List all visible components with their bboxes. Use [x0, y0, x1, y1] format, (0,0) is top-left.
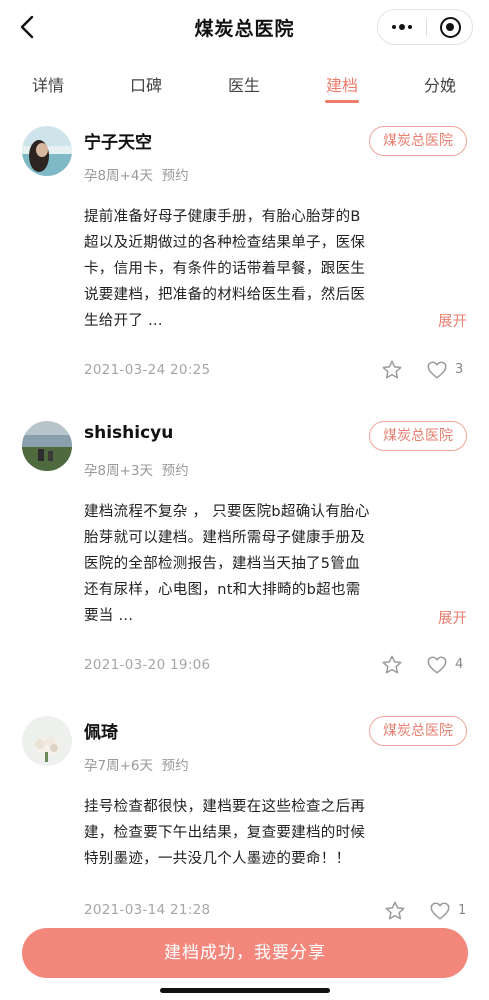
tab-registration[interactable]: 建档 — [326, 72, 358, 96]
content-line: 挂号检查都很快，建档要在这些检查之后再 — [84, 799, 366, 815]
content-line: 特别墨迹，一共没几个人墨迹的要命！！ — [84, 851, 351, 867]
content-line: 还有尿样，心电图，nt和大排畸的b超也需 — [84, 582, 361, 598]
like-count: 1 — [458, 903, 467, 918]
target-close-icon[interactable] — [427, 10, 473, 44]
tab-delivery[interactable]: 分娩 — [424, 72, 456, 96]
visit-type: 预约 — [161, 168, 189, 184]
content-line: 建档流程不复杂 ， 只要医院b超确认有胎心 — [84, 504, 370, 520]
tab-details[interactable]: 详情 — [32, 72, 64, 96]
content-line: 说要建档，把准备的材料给医生看，然后医 — [84, 287, 366, 303]
content-line: 要当 ... — [84, 608, 134, 624]
content-line: 生给开了 ... — [84, 313, 163, 329]
pregnancy-meta: 孕8周+4天 预约 — [84, 164, 189, 184]
star-icon[interactable] — [384, 900, 406, 922]
username[interactable]: 宁子天空 — [84, 128, 152, 153]
active-tab-indicator — [325, 100, 359, 103]
hospital-tag[interactable]: 煤炭总医院 — [369, 716, 467, 746]
more-dots-icon[interactable] — [378, 10, 426, 44]
share-registration-button[interactable]: 建档成功，我要分享 — [22, 928, 468, 978]
visit-type: 预约 — [161, 758, 189, 774]
username[interactable]: 佩琦 — [84, 718, 118, 743]
content-line: 医院的全部检测报告，建档当天抽了5管血 — [84, 556, 360, 572]
pregnancy-week: 孕8周+4天 — [84, 168, 153, 184]
nav-bar: 煤炭总医院 — [0, 0, 489, 56]
like-count: 4 — [455, 657, 464, 672]
post-datetime: 2021-03-14 21:28 — [84, 902, 211, 918]
hospital-tag[interactable]: 煤炭总医院 — [369, 126, 467, 156]
list-item: 佩琦 煤炭总医院 孕7周+6天 预约 挂号检查都很快，建档要在这些检查之后再 建… — [0, 716, 489, 926]
list-item: 宁子天空 煤炭总医院 孕8周+4天 预约 提前准备好母子健康手册，有胎心胎芽的B… — [0, 126, 489, 396]
pregnancy-meta: 孕8周+3天 预约 — [84, 459, 189, 479]
tab-doctors[interactable]: 医生 — [228, 72, 260, 96]
pregnancy-meta: 孕7周+6天 预约 — [84, 754, 189, 774]
heart-icon[interactable] — [426, 359, 448, 381]
content-line: 超以及近期做过的各种检查结果单子，医保 — [84, 235, 366, 251]
username[interactable]: shishicyu — [84, 423, 173, 443]
star-icon[interactable] — [381, 359, 403, 381]
tab-bar: 详情 口碑 医生 建档 分娩 — [0, 60, 489, 106]
avatar[interactable] — [22, 421, 72, 471]
post-datetime: 2021-03-24 20:25 — [84, 362, 211, 378]
post-content: 提前准备好母子健康手册，有胎心胎芽的B 超以及近期做过的各种检查结果单子，医保 … — [84, 204, 436, 334]
content-line: 提前准备好母子健康手册，有胎心胎芽的B — [84, 209, 361, 225]
like-count: 3 — [455, 362, 464, 377]
hospital-tag[interactable]: 煤炭总医院 — [369, 421, 467, 451]
content-line: 建，检查要下午出结果，复查要建档的时候 — [84, 825, 366, 841]
heart-icon[interactable] — [429, 900, 451, 922]
content-line: 胎芽就可以建档。建档所需母子健康手册及 — [84, 530, 366, 546]
visit-type: 预约 — [161, 463, 189, 479]
heart-icon[interactable] — [426, 654, 448, 676]
mini-program-capsule — [377, 9, 473, 45]
tab-reviews[interactable]: 口碑 — [130, 72, 162, 96]
expand-button[interactable]: 展开 — [438, 607, 467, 628]
content-line: 卡，信用卡，有条件的话带着早餐，跟医生 — [84, 261, 366, 277]
star-icon[interactable] — [381, 654, 403, 676]
expand-button[interactable]: 展开 — [438, 310, 467, 331]
post-datetime: 2021-03-20 19:06 — [84, 657, 211, 673]
avatar[interactable] — [22, 126, 72, 176]
pregnancy-week: 孕7周+6天 — [84, 758, 153, 774]
post-content: 挂号检查都很快，建档要在这些检查之后再 建，检查要下午出结果，复查要建档的时候 … — [84, 794, 436, 872]
post-content: 建档流程不复杂 ， 只要医院b超确认有胎心 胎芽就可以建档。建档所需母子健康手册… — [84, 499, 436, 629]
home-indicator — [160, 988, 330, 993]
pregnancy-week: 孕8周+3天 — [84, 463, 153, 479]
list-item: shishicyu 煤炭总医院 孕8周+3天 预约 建档流程不复杂 ， 只要医院… — [0, 421, 489, 691]
avatar[interactable] — [22, 716, 72, 766]
